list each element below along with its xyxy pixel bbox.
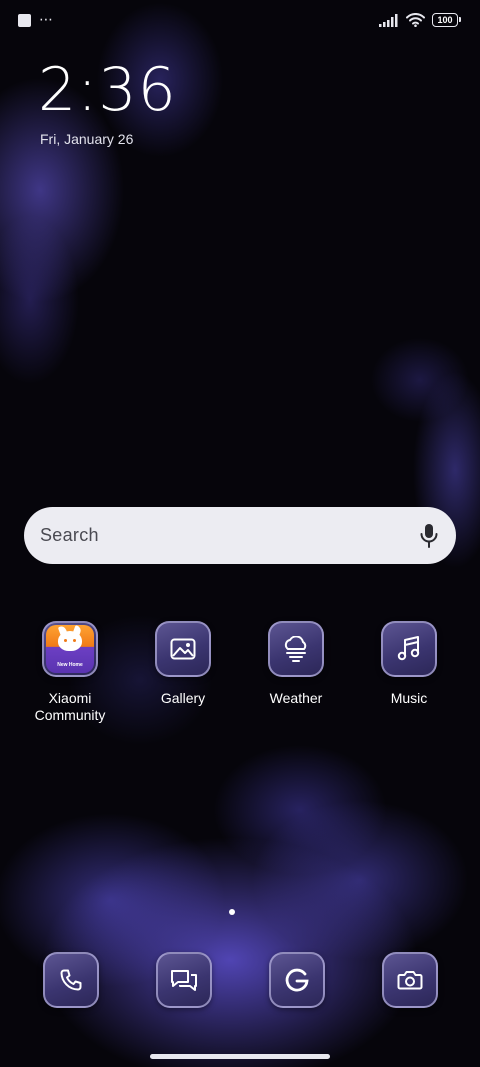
signal-bars-icon xyxy=(379,13,398,27)
community-badge-text: New Home xyxy=(57,662,83,668)
app-label: Music xyxy=(390,690,428,706)
xiaomi-community-icon: New Home xyxy=(46,625,94,673)
dock-camera[interactable] xyxy=(382,952,438,1008)
gallery-icon xyxy=(170,638,196,660)
status-bar: ⋯ 100 xyxy=(0,10,480,32)
app-tile[interactable] xyxy=(268,621,324,677)
app-gallery[interactable]: Gallery xyxy=(128,621,238,707)
wifi-icon xyxy=(406,13,425,27)
dock-messages[interactable] xyxy=(156,952,212,1008)
phone-icon xyxy=(60,969,82,991)
search-placeholder[interactable]: Search xyxy=(40,525,418,546)
weather-icon xyxy=(284,636,307,662)
app-music[interactable]: Music xyxy=(354,621,464,707)
app-xiaomi-community[interactable]: New Home Xiaomi Community xyxy=(15,621,125,724)
battery-level: 100 xyxy=(437,15,453,25)
notification-icon xyxy=(18,14,31,27)
clock-date[interactable]: Fri, January 26 xyxy=(40,131,133,147)
page-indicator-dot[interactable] xyxy=(229,909,235,915)
mascot-eye xyxy=(64,639,67,642)
home-screen: ⋯ 100 2:36 Fri, January 26 Search New Ho… xyxy=(0,0,480,1067)
clock-time[interactable]: 2:36 xyxy=(38,58,177,122)
mascot-eye xyxy=(73,639,76,642)
dock-phone[interactable] xyxy=(43,952,99,1008)
status-bar-right: 100 xyxy=(379,13,461,27)
battery-icon: 100 xyxy=(432,13,461,27)
microphone-icon[interactable] xyxy=(418,523,440,549)
app-tile[interactable] xyxy=(155,621,211,677)
app-tile[interactable]: New Home xyxy=(42,621,98,677)
google-icon xyxy=(285,968,309,992)
dock-google[interactable] xyxy=(269,952,325,1008)
status-bar-left: ⋯ xyxy=(18,10,54,27)
messages-icon xyxy=(171,970,197,991)
app-label: Gallery xyxy=(160,690,206,706)
community-mascot xyxy=(58,631,82,651)
app-label: Xiaomi Community xyxy=(34,690,106,723)
more-notifications-indicator: ⋯ xyxy=(39,10,54,27)
search-bar[interactable]: Search xyxy=(24,507,456,564)
home-gesture-bar[interactable] xyxy=(150,1054,330,1059)
app-tile[interactable] xyxy=(381,621,437,677)
app-label: Weather xyxy=(269,690,323,706)
music-icon xyxy=(397,636,420,661)
app-weather[interactable]: Weather xyxy=(241,621,351,707)
camera-icon xyxy=(397,971,423,990)
